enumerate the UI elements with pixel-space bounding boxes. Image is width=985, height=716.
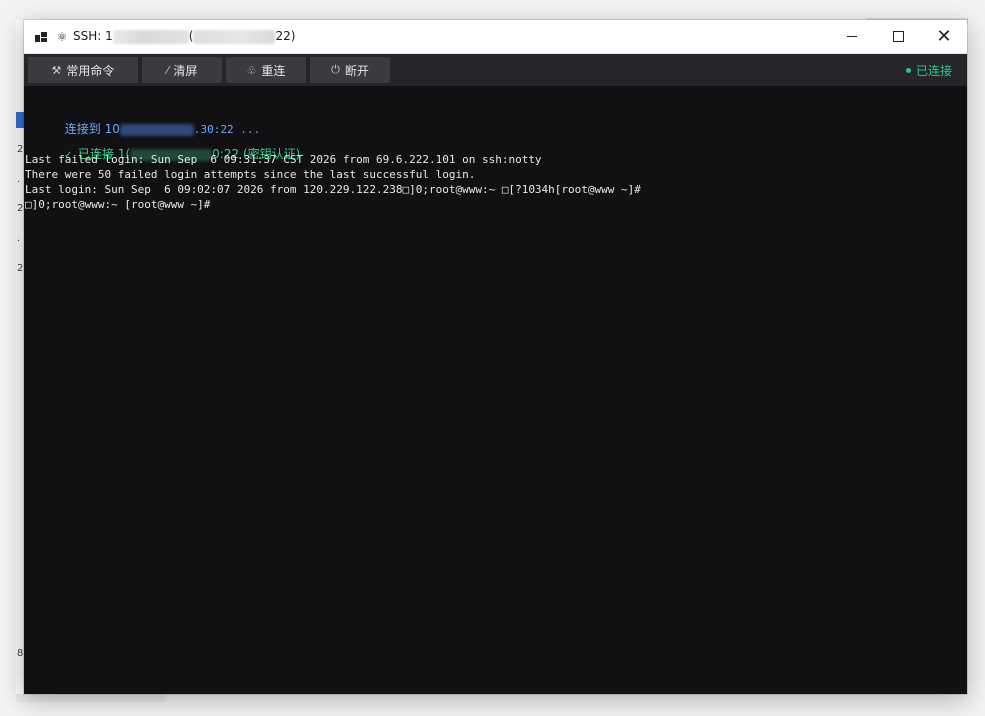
maximize-button[interactable] <box>875 20 921 53</box>
common-commands-button[interactable]: ⚒ 常用命令 <box>28 57 138 83</box>
linux-penguin-icon: ⚛ <box>56 29 68 44</box>
disconnect-button[interactable]: ⏻ 断开 <box>310 57 390 83</box>
window-controls: ✕ <box>829 20 967 53</box>
plug-icon: ♧ <box>246 63 257 77</box>
close-icon: ✕ <box>936 26 952 47</box>
tools-icon: ⚒ <box>51 63 62 77</box>
title-bar[interactable]: ⚛ SSH: 1(22) ✕ <box>24 20 967 54</box>
window-title-prefix: SSH: 1 <box>73 29 113 44</box>
redacted-host <box>193 29 276 44</box>
close-button[interactable]: ✕ <box>921 20 967 53</box>
app-window-icon <box>35 31 47 43</box>
background-glyph: . <box>17 174 21 185</box>
redacted-host <box>112 29 189 44</box>
terminal-line: Last failed login: Sun Sep 6 09:31:37 CS… <box>25 153 542 166</box>
terminal-prompt-line: □]0;root@www:~ [root@www ~]# <box>25 198 211 211</box>
toolbar: ⚒ 常用命令 ⁄ 清屏 ♧ 重连 ⏻ 断开 已连接 <box>24 54 967 86</box>
reconnect-label: 重连 <box>261 63 286 78</box>
connection-status: 已连接 <box>905 62 952 79</box>
window-title: SSH: 1(22) <box>73 29 295 44</box>
background-glyph: 8 <box>17 648 24 659</box>
background-glyph: 2 <box>17 144 24 155</box>
window-title-suffix: 22) <box>275 29 296 44</box>
ssh-window: ⚛ SSH: 1(22) ✕ ⚒ 常用命令 ⁄ 清屏 ♧ 重连 ⏻ 断开 已连接 <box>24 20 967 694</box>
common-commands-label: 常用命令 <box>66 63 115 78</box>
background-footer <box>16 694 166 702</box>
terminal-line: Last login: Sun Sep 6 09:02:07 2026 from… <box>25 183 641 196</box>
minimize-button[interactable] <box>829 20 875 53</box>
background-glyph: 2 <box>17 203 24 214</box>
disconnect-label: 断开 <box>344 63 369 78</box>
background-glyph: . <box>17 233 21 244</box>
maximize-icon <box>892 31 904 42</box>
status-dot-icon <box>905 67 911 73</box>
connection-status-label: 已连接 <box>915 63 952 78</box>
reconnect-button[interactable]: ♧ 重连 <box>226 57 306 83</box>
clear-screen-label: 清屏 <box>173 63 198 78</box>
broom-icon: ⁄ <box>166 63 169 77</box>
terminal-output[interactable]: 连接到 10.30:22 ... ✓ 已连接 1(0:22 (密钥认证) Las… <box>24 86 967 694</box>
terminal-line: There were 50 failed login attempts sinc… <box>25 168 476 181</box>
minimize-icon <box>847 36 857 37</box>
background-glyph: 2 <box>17 263 24 274</box>
power-icon: ⏻ <box>331 63 340 76</box>
clear-screen-button[interactable]: ⁄ 清屏 <box>142 57 222 83</box>
